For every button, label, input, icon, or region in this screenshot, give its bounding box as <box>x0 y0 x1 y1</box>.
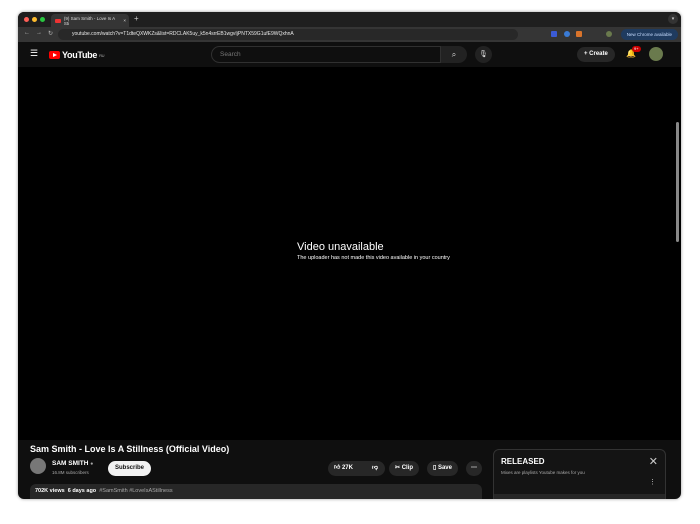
extension-icon[interactable] <box>551 31 557 37</box>
search-icon: ⌕ <box>451 50 457 59</box>
logo-text: YouTube <box>62 50 98 60</box>
subscribe-button[interactable]: Subscribe <box>108 461 152 476</box>
more-vertical-icon[interactable]: ⋮ <box>649 478 656 486</box>
save-label: Save <box>437 465 452 471</box>
upload-date: 6 days ago <box>67 488 97 494</box>
new-tab-button[interactable]: + <box>134 14 139 23</box>
minimize-window-button[interactable] <box>32 17 37 22</box>
error-message: The uploader has not made this video ava… <box>297 255 450 261</box>
channel-name[interactable]: SAM SMITH ● <box>52 460 93 467</box>
save-button[interactable]: ▯ Save <box>427 461 458 476</box>
hashtags[interactable]: #SamSmith #LoveIsAStillness <box>99 488 172 494</box>
unavailable-message: Video unavailable The uploader has not m… <box>297 241 450 261</box>
profile-icon[interactable] <box>606 31 612 37</box>
tab-bar: (9) Sam Smith - Love Is A Sti × + ▾ <box>18 12 681 27</box>
like-dislike-group: 👍︎ 27K 👎︎ <box>328 461 385 476</box>
channel-name-text: SAM SMITH <box>52 460 89 467</box>
url-input[interactable]: youtube.com/watch?v=T1dteQXWKZs&list=RDC… <box>58 29 518 40</box>
like-button[interactable]: 👍︎ 27K <box>334 465 353 471</box>
page-scrollbar[interactable] <box>676 122 679 242</box>
close-window-button[interactable] <box>24 17 29 22</box>
dislike-button[interactable]: 👎︎ <box>372 461 378 476</box>
menu-icon[interactable]: ☰ <box>30 48 38 59</box>
youtube-favicon-icon <box>55 18 61 23</box>
new-chrome-available-button[interactable]: New Chrome available <box>620 29 678 40</box>
notification-badge: 9+ <box>632 46 641 52</box>
like-count: 27K <box>341 465 353 471</box>
more-horizontal-icon: ⋯ <box>471 465 477 471</box>
scissors-icon: ✂ <box>395 465 402 471</box>
forward-icon[interactable]: → <box>36 30 42 36</box>
thumbs-down-icon: 👎︎ <box>371 465 378 471</box>
avatar[interactable] <box>649 47 663 61</box>
thumbs-up-icon: 👍︎ <box>334 465 341 471</box>
channel-avatar[interactable] <box>30 458 46 474</box>
video-player[interactable]: Video unavailable The uploader has not m… <box>18 67 681 440</box>
browser-tab[interactable]: (9) Sam Smith - Love Is A Sti × <box>51 14 129 27</box>
close-icon[interactable]: ✕ <box>649 455 658 468</box>
reload-icon[interactable]: ↻ <box>48 30 53 37</box>
clip-label: Clip <box>401 465 414 471</box>
browser-window: (9) Sam Smith - Love Is A Sti × + ▾ ← → ↻… <box>18 12 681 499</box>
maximize-window-button[interactable] <box>40 17 45 22</box>
back-icon[interactable]: ← <box>24 30 30 36</box>
microphone-icon: 🎙 <box>479 51 488 58</box>
playlist-subtitle: Mixes are playlists Youtube makes for yo… <box>501 470 585 475</box>
view-count: 702K views <box>35 488 65 494</box>
verified-icon: ● <box>90 461 94 467</box>
create-label: Create <box>589 51 608 57</box>
playlist-title: RELEASED <box>501 457 545 466</box>
address-bar-row: ← → ↻ youtube.com/watch?v=T1dteQXWKZs&li… <box>18 27 681 42</box>
search-input[interactable]: Search <box>211 46 441 63</box>
subscriber-count: 16.8M subscribers <box>52 470 89 475</box>
clip-button[interactable]: ✂ Clip <box>389 461 420 476</box>
close-tab-icon[interactable]: × <box>123 18 126 23</box>
mix-playlist-panel: RELEASED Mixes are playlists Youtube mak… <box>493 449 666 499</box>
video-title: Sam Smith - Love Is A Stillness (Officia… <box>30 444 230 454</box>
youtube-logo[interactable]: YouTube RU <box>49 50 105 60</box>
youtube-header: ☰ YouTube RU Search ⌕ 🎙 + Create 🔔 9+ <box>18 42 681 67</box>
search-button[interactable]: ⌕ <box>441 46 467 63</box>
youtube-play-icon <box>49 51 60 59</box>
playlist-item[interactable] <box>494 494 665 499</box>
extension-icon[interactable] <box>564 31 570 37</box>
extension-icon[interactable] <box>576 31 582 37</box>
tab-title: (9) Sam Smith - Love Is A Sti <box>63 15 115 26</box>
region-code: RU <box>99 52 105 58</box>
voice-search-button[interactable]: 🎙 <box>475 46 492 63</box>
error-title: Video unavailable <box>297 241 384 253</box>
description-box[interactable]: 702K views 6 days ago #SamSmith #LoveIsA… <box>30 484 482 499</box>
create-button[interactable]: + Create <box>577 47 615 62</box>
more-actions-button[interactable]: ⋯ <box>466 461 482 476</box>
tab-list-button[interactable]: ▾ <box>668 14 678 24</box>
